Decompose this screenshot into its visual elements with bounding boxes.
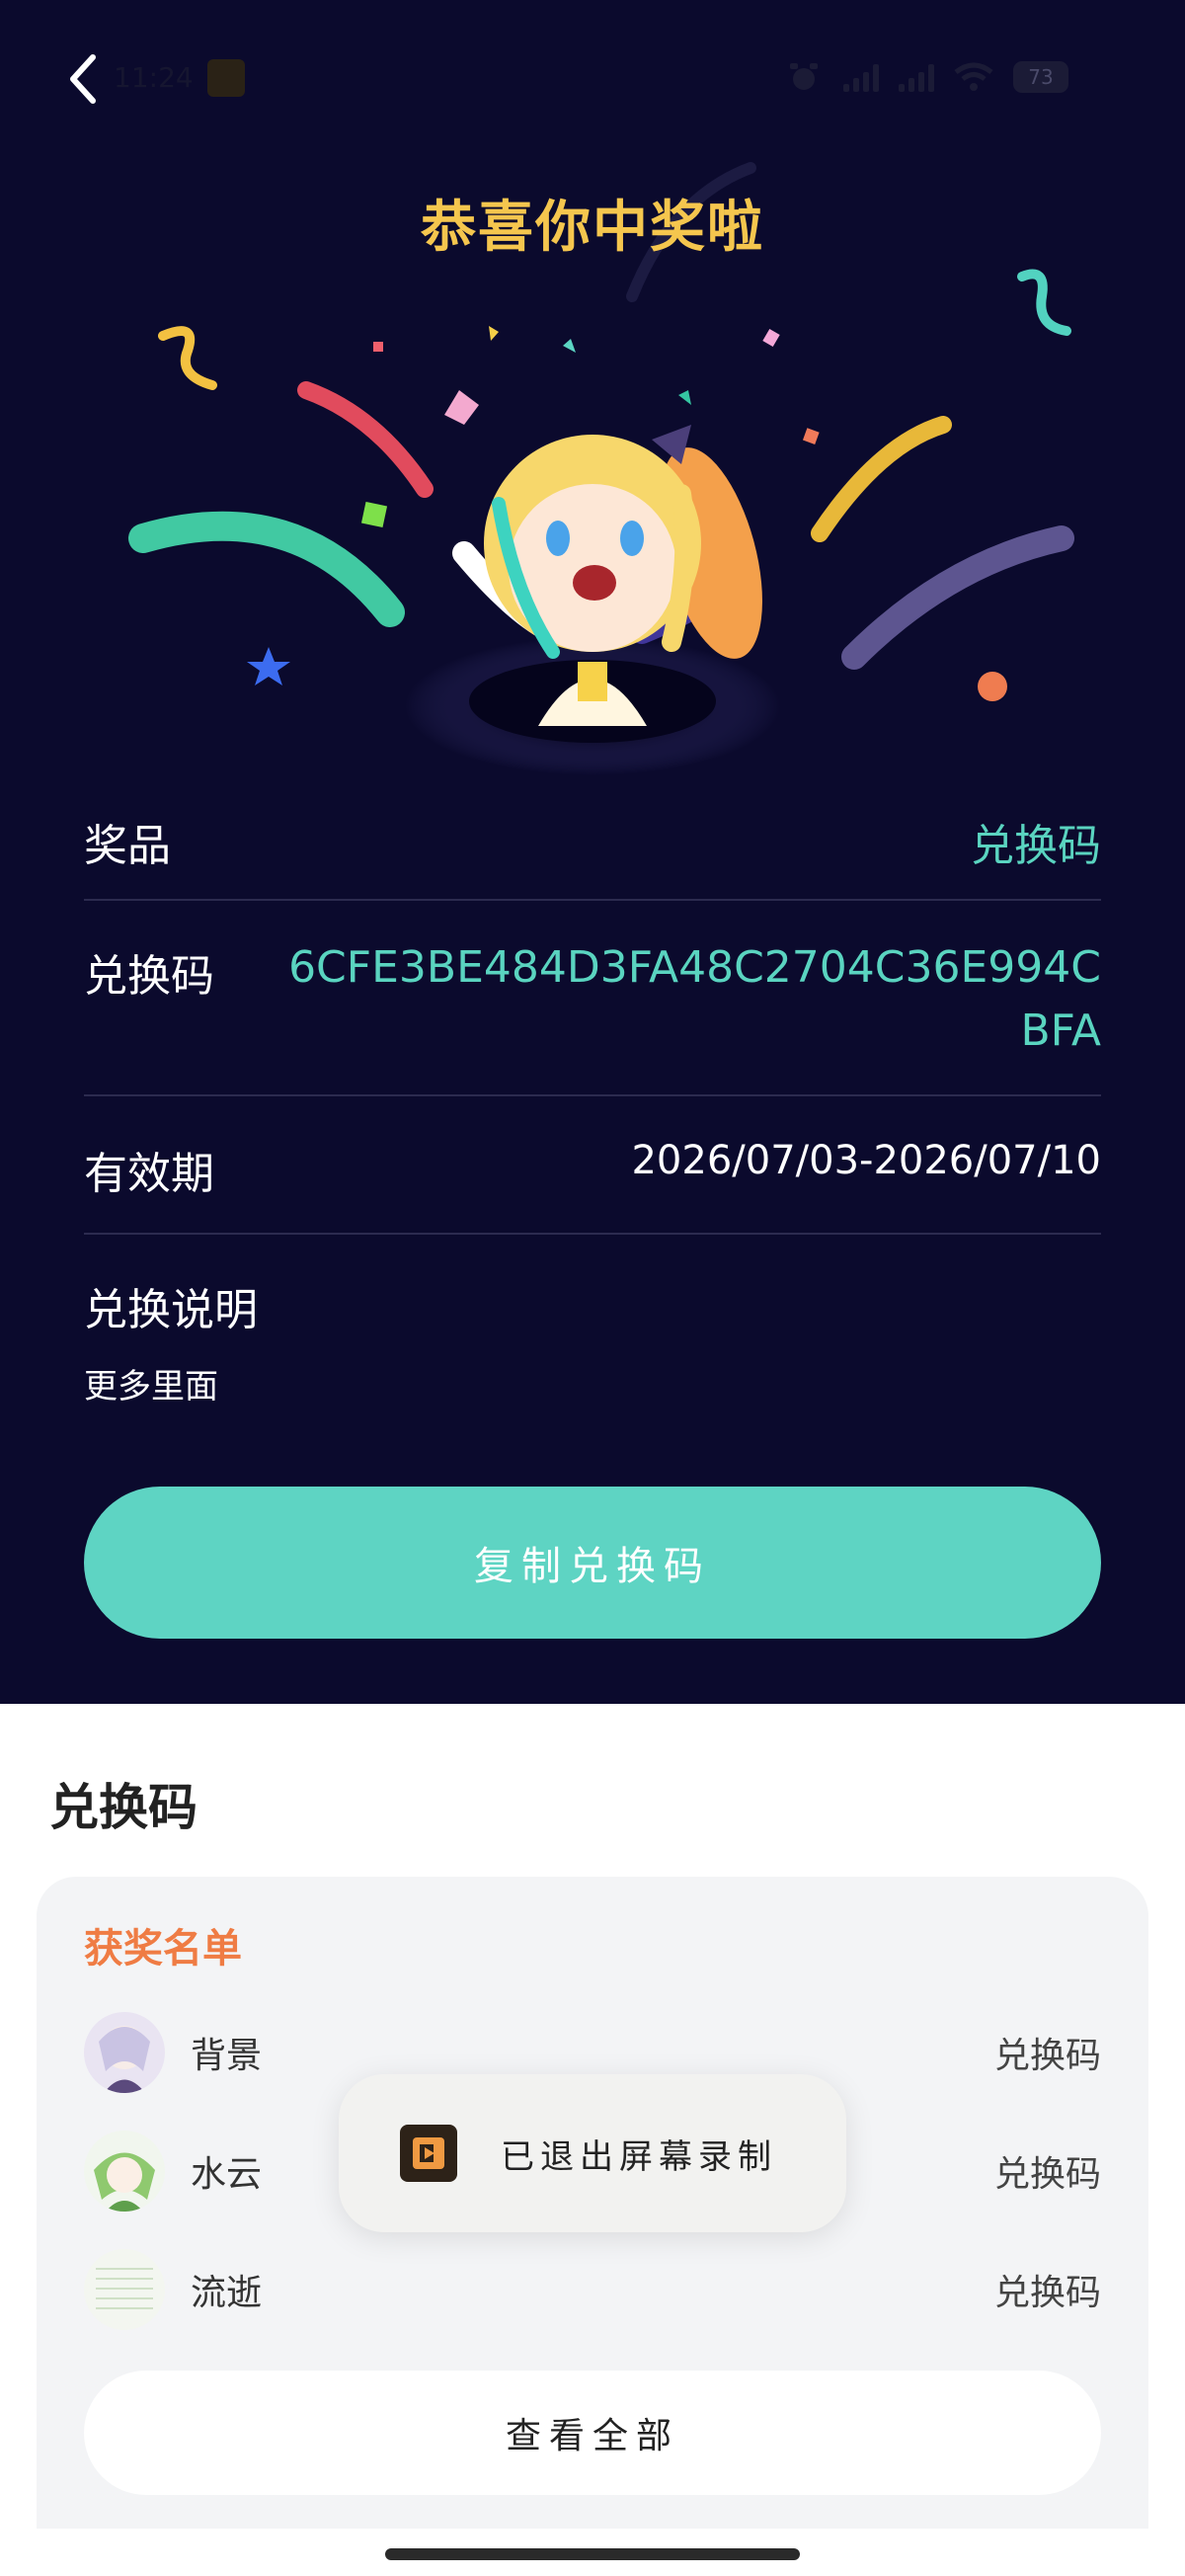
instructions-text: 更多里面 [84, 1367, 218, 1407]
winner-name: 流逝 [191, 2273, 263, 2313]
alarm-icon [790, 63, 818, 90]
cellular-signal-2-icon [899, 62, 934, 92]
back-button[interactable] [61, 49, 105, 109]
code-label: 兑换码 [84, 951, 214, 1002]
battery-indicator: 73 [1013, 61, 1068, 93]
status-icons: 73 [784, 61, 1068, 93]
cellular-signal-icon [843, 62, 879, 92]
avatar [84, 2249, 165, 2330]
avatar [84, 2012, 165, 2093]
winner-prize: 兑换码 [993, 2154, 1101, 2195]
validity-label: 有效期 [84, 1149, 214, 1199]
winner-item[interactable]: 流逝 兑换码 [84, 2248, 1101, 2331]
instructions-label: 兑换说明 [84, 1285, 258, 1335]
winner-name: 背景 [191, 2036, 263, 2076]
congrats-title: 恭喜你中奖啦 [421, 196, 764, 260]
toast-text: 已退出屏幕录制 [501, 2136, 777, 2177]
screen-recorder-icon [400, 2125, 457, 2182]
home-indicator[interactable] [385, 2548, 800, 2560]
wifi-icon [954, 62, 993, 91]
code-row: 兑换码 6CFE3BE484D3FA48C2704C36E994CBFA [84, 901, 1101, 1096]
validity-value: 2026/07/03-2026/07/10 [631, 1138, 1101, 1183]
view-all-button[interactable]: 查看全部 [84, 2371, 1101, 2495]
toast: 已退出屏幕录制 [339, 2074, 846, 2232]
winners-title: 获奖名单 [84, 1926, 242, 1972]
status-time: 11:24 [114, 61, 194, 94]
copy-code-button[interactable]: 复制兑换码 [84, 1487, 1101, 1639]
prize-label: 奖品 [84, 821, 171, 871]
recording-app-icon [207, 59, 245, 97]
prize-value: 兑换码 [971, 821, 1101, 871]
prize-panel: 11:24 73 恭喜你中奖啦 奖品 兑换码 兑换码 6CFE3BE484D3F… [0, 0, 1185, 1704]
prize-row: 奖品 兑换码 [84, 790, 1101, 901]
avatar [84, 2131, 165, 2212]
validity-row: 有效期 2026/07/03-2026/07/10 [84, 1096, 1101, 1235]
prize-details: 奖品 兑换码 兑换码 6CFE3BE484D3FA48C2704C36E994C… [84, 790, 1101, 1408]
chevron-left-icon [70, 54, 96, 104]
winner-prize: 兑换码 [993, 2273, 1101, 2313]
code-value[interactable]: 6CFE3BE484D3FA48C2704C36E994CBFA [281, 936, 1101, 1063]
winner-prize: 兑换码 [993, 2036, 1101, 2076]
section-title: 兑换码 [49, 1779, 198, 1836]
